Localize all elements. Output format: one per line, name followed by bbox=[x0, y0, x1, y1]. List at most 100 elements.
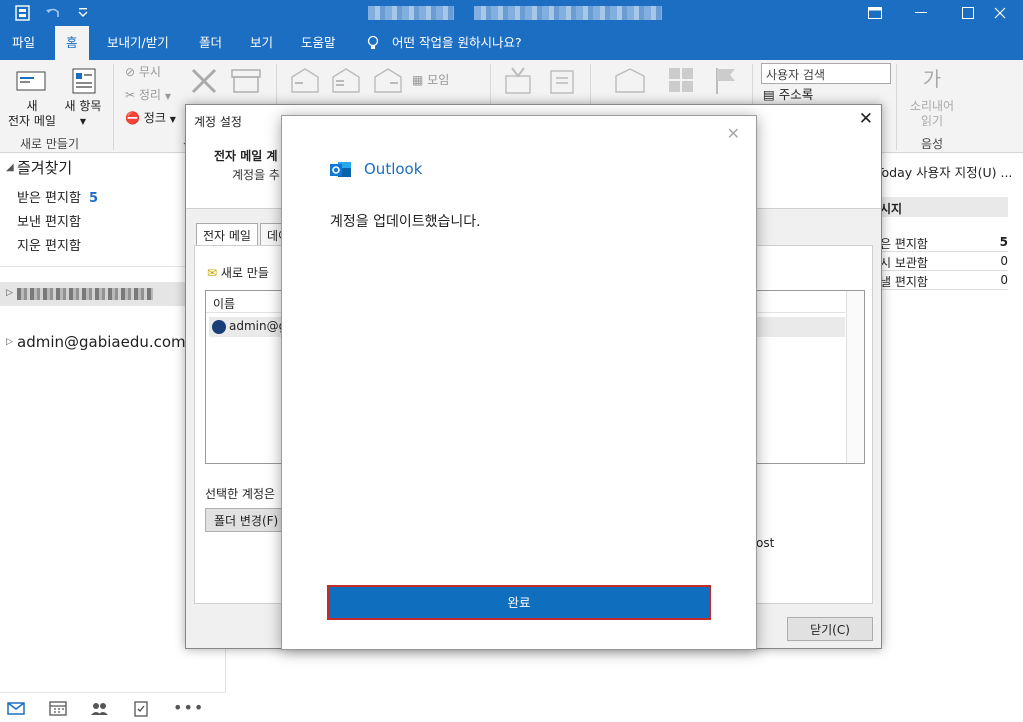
collapse-triangle-icon[interactable]: ◢ bbox=[6, 162, 14, 173]
delete-icon[interactable] bbox=[189, 66, 219, 96]
expand-triangle-icon[interactable]: ▷ bbox=[6, 337, 13, 347]
new-items-icon bbox=[72, 68, 96, 94]
blurred-account-name bbox=[17, 288, 153, 300]
folder-deleted[interactable]: 지운 편지함 bbox=[17, 235, 81, 254]
archive-icon[interactable] bbox=[230, 68, 262, 94]
app-icon[interactable] bbox=[14, 4, 32, 22]
blurred-title-segment bbox=[368, 6, 454, 20]
change-folder-button[interactable]: 폴더 변경(F) bbox=[205, 508, 288, 532]
tab-home[interactable]: 홈 bbox=[55, 26, 89, 60]
meeting-button[interactable]: ▦ 모임 bbox=[412, 73, 449, 88]
stat-row[interactable]: 낼 편지함 0 bbox=[876, 271, 1008, 290]
new-account-button[interactable]: ✉ 새로 만들 bbox=[207, 264, 269, 281]
dialog-heading: 전자 메일 계 bbox=[214, 149, 278, 163]
forward-icon[interactable] bbox=[372, 67, 404, 95]
more-apps-icon[interactable]: ••• bbox=[173, 698, 204, 717]
calendar-icon: ▦ bbox=[412, 73, 424, 87]
close-button[interactable]: 닫기(C) bbox=[787, 617, 873, 641]
tab-send-receive[interactable]: 보내기/받기 bbox=[96, 26, 180, 60]
expand-triangle-icon: ▷ bbox=[6, 288, 13, 298]
chevron-down-icon: ▼ bbox=[164, 92, 171, 101]
stat-value: 0 bbox=[1000, 273, 1008, 287]
stat-label: 시 보관함 bbox=[880, 256, 928, 270]
address-book-label: 주소록 bbox=[778, 87, 814, 102]
ignore-icon: ⊘ bbox=[125, 65, 136, 79]
cleanup-button[interactable]: ✂ 정리 ▼ bbox=[125, 88, 171, 104]
bottom-nav-bar: ••• bbox=[0, 692, 226, 722]
cleanup-label: 정리 bbox=[138, 88, 161, 102]
ribbon-display-icon[interactable] bbox=[852, 0, 898, 26]
new-email-button[interactable]: 새 전자 메일 bbox=[4, 99, 60, 129]
stat-value: 5 bbox=[999, 235, 1008, 249]
mail-icon[interactable] bbox=[6, 699, 26, 717]
unread-count-badge: 5 bbox=[88, 191, 98, 206]
tab-email[interactable]: 전자 메일 bbox=[196, 223, 258, 247]
tab-help[interactable]: 도움말 bbox=[290, 26, 347, 60]
ignore-button[interactable]: ⊘ 무시 bbox=[125, 65, 161, 80]
new-account-icon: ✉ bbox=[207, 266, 218, 280]
folder-inbox-label: 받은 편지함 bbox=[17, 191, 81, 206]
junk-icon: ⛔ bbox=[125, 111, 140, 125]
folder-sent[interactable]: 보낸 편지함 bbox=[17, 211, 81, 230]
cleanup-icon: ✂ bbox=[125, 88, 136, 102]
junk-label: 정크 bbox=[143, 111, 166, 125]
tab-view[interactable]: 보기 bbox=[239, 26, 284, 60]
messages-header: 시지 bbox=[876, 197, 1008, 217]
categorize-icon[interactable] bbox=[667, 66, 695, 94]
customize-icon[interactable] bbox=[74, 4, 92, 22]
data-file-path-text: ost bbox=[756, 536, 775, 550]
selected-account-text: 선택한 계정은 bbox=[205, 487, 276, 501]
read-aloud-label-1: 소리내어 bbox=[909, 99, 955, 113]
follow-up-flag-icon[interactable] bbox=[713, 66, 739, 96]
new-email-label-2: 전자 메일 bbox=[8, 114, 56, 128]
lightbulb-icon bbox=[367, 35, 379, 49]
read-aloud-button[interactable]: 소리내어 읽기 bbox=[902, 99, 962, 129]
calendar-icon[interactable] bbox=[48, 699, 68, 717]
favorites-header[interactable]: 즐겨찾기 bbox=[17, 157, 72, 178]
reply-all-icon[interactable] bbox=[330, 67, 362, 95]
tab-folder[interactable]: 폴더 bbox=[188, 26, 233, 60]
folder-inbox[interactable]: 받은 편지함 5 bbox=[17, 187, 98, 206]
rules-icon[interactable] bbox=[548, 68, 578, 96]
account-updated-modal: ✕ Outlook 계정을 업데이트했습니다. 완료 bbox=[281, 115, 757, 650]
account-blurred[interactable]: ▷ bbox=[0, 282, 185, 306]
chevron-down-icon: ▼ bbox=[79, 117, 87, 126]
outlook-brand-name: Outlook bbox=[364, 160, 423, 178]
close-icon[interactable]: ✕ bbox=[727, 124, 740, 143]
address-book-button[interactable]: ▤ 주소록 bbox=[763, 87, 813, 102]
dialog-subheading: 계정을 추 bbox=[232, 168, 280, 182]
window-titlebar bbox=[0, 0, 1023, 26]
new-email-label-1: 새 bbox=[26, 99, 38, 113]
ribbon-separator bbox=[113, 64, 114, 150]
close-icon[interactable] bbox=[977, 0, 1023, 26]
address-book-icon: ▤ bbox=[763, 87, 775, 102]
stat-label: 낼 편지함 bbox=[880, 275, 928, 289]
move-icon[interactable] bbox=[503, 66, 533, 96]
default-check-icon bbox=[212, 320, 226, 334]
stat-value: 0 bbox=[1000, 254, 1008, 268]
tell-me-search[interactable]: 어떤 작업을 원하시나요? bbox=[381, 26, 533, 60]
account-admin[interactable]: admin@gabiaedu.com bbox=[17, 333, 186, 351]
people-icon[interactable] bbox=[89, 699, 109, 717]
done-button[interactable]: 완료 bbox=[327, 585, 711, 620]
stat-row[interactable]: 시 보관함 0 bbox=[876, 252, 1008, 271]
reply-icon[interactable] bbox=[289, 67, 321, 95]
stat-label: 은 편지함 bbox=[880, 237, 928, 251]
new-items-button[interactable]: 새 항목 ▼ bbox=[60, 99, 106, 129]
tasks-icon[interactable] bbox=[131, 699, 151, 717]
close-icon[interactable]: ✕ bbox=[859, 109, 873, 129]
new-account-label: 새로 만들 bbox=[220, 266, 269, 280]
stat-row[interactable]: 은 편지함 5 bbox=[876, 233, 1008, 252]
read-aloud-label-2: 읽기 bbox=[920, 114, 944, 128]
today-customize-link[interactable]: Today 사용자 지정(U) ... bbox=[876, 162, 1012, 181]
chevron-down-icon: ▼ bbox=[169, 115, 176, 124]
minimize-icon[interactable] bbox=[898, 0, 944, 26]
junk-button[interactable]: ⛔ 정크 ▼ bbox=[125, 111, 176, 127]
status-message: 계정을 업데이트했습니다. bbox=[330, 214, 481, 230]
tab-file[interactable]: 파일 bbox=[1, 26, 46, 60]
new-items-label: 새 항목 bbox=[64, 99, 102, 113]
list-scrollbar[interactable] bbox=[846, 291, 864, 463]
unread-read-icon[interactable] bbox=[614, 68, 646, 94]
undo-icon[interactable] bbox=[44, 4, 62, 22]
search-people-input[interactable]: 사용자 검색 bbox=[761, 63, 891, 84]
